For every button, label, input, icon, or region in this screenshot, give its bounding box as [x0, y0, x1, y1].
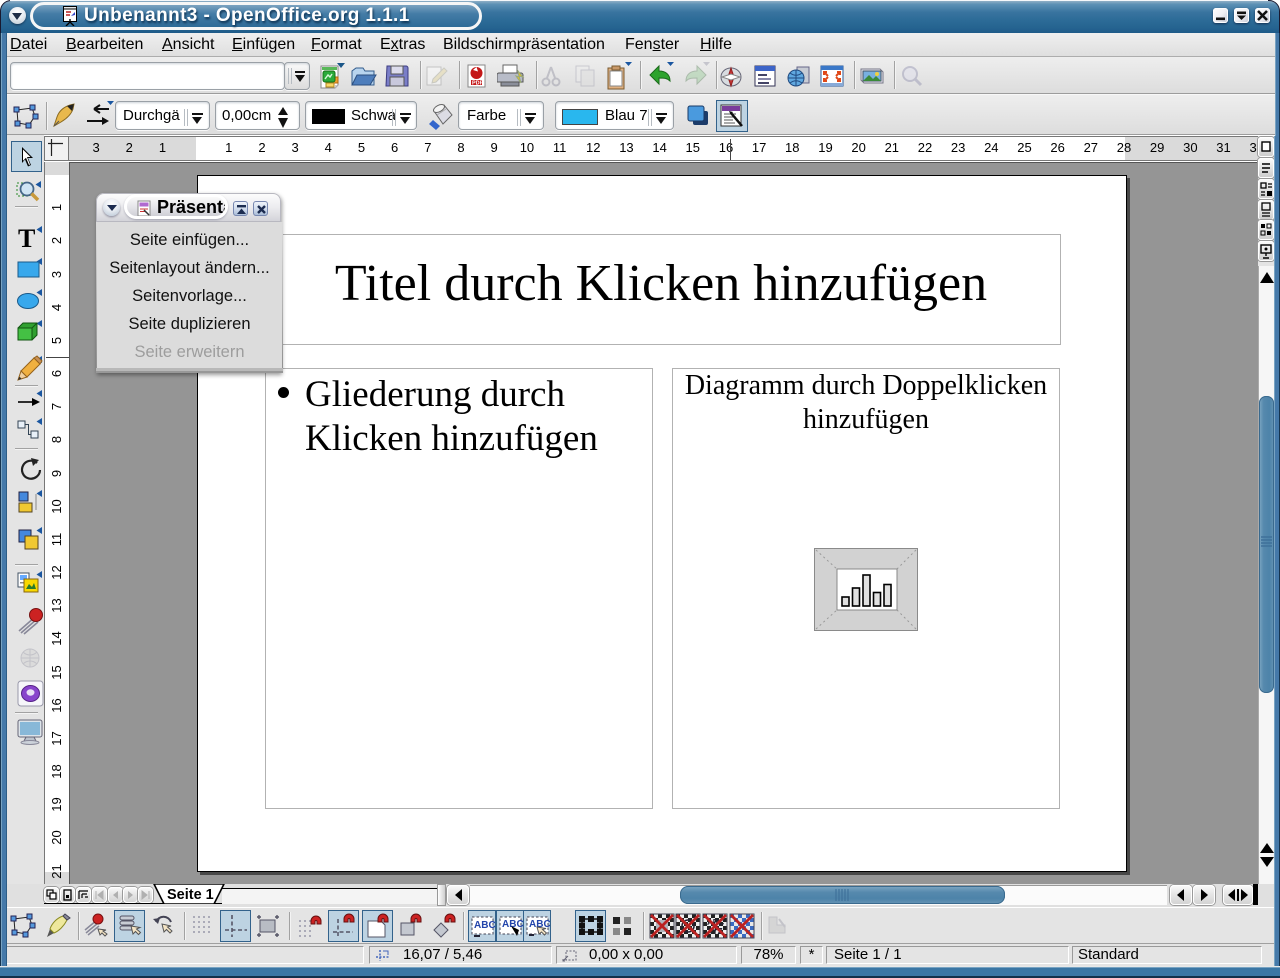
- svg-text:PDF: PDF: [472, 81, 484, 87]
- svg-text:Seite 1: Seite 1: [167, 887, 214, 903]
- svg-text:ABC: ABC: [474, 920, 495, 931]
- svg-text:T: T: [18, 225, 35, 250]
